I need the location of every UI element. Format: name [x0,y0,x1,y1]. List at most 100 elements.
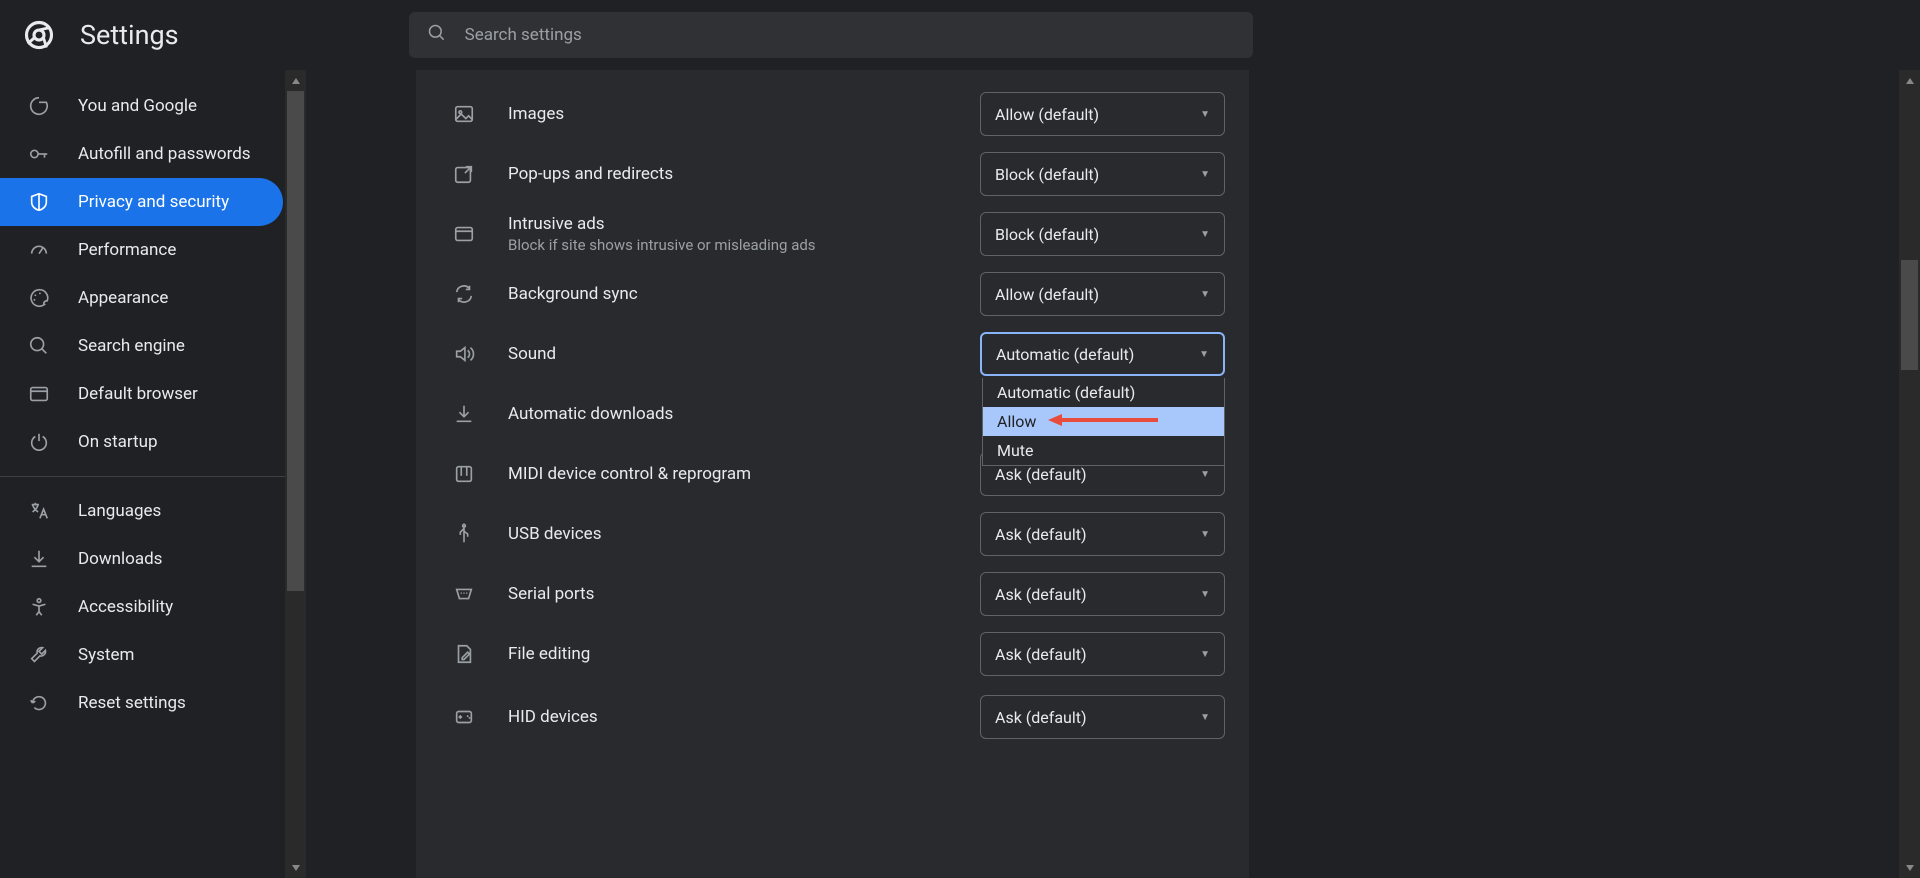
sidebar: You and Google Autofill and passwords Pr… [0,70,306,878]
permissions-panel: Images Allow (default)▼ Pop-ups and redi… [416,70,1249,878]
sidebar-item-label: Default browser [78,384,198,404]
sidebar-item-you-and-google[interactable]: You and Google [0,82,283,130]
sidebar-item-label: Appearance [78,288,168,308]
permission-select-sound[interactable]: Automatic (default)▼ Automatic (default)… [980,332,1225,376]
chevron-down-icon: ▼ [1200,289,1210,300]
dropdown-option-allow[interactable]: Allow [983,407,1224,436]
scrollbar-thumb[interactable] [287,91,304,591]
wrench-icon [28,644,50,666]
permission-select-serial[interactable]: Ask (default)▼ [980,572,1225,616]
header: Settings [0,0,1920,70]
sidebar-item-search-engine[interactable]: Search engine [0,322,283,370]
permission-title: USB devices [508,524,980,544]
permission-row-fileedit: File editing Ask (default)▼ [416,624,1249,684]
chevron-down-icon: ▼ [1200,712,1210,723]
permission-row-ads: Intrusive ads Block if site shows intrusi… [416,204,1249,264]
permission-title: Background sync [508,284,980,304]
sidebar-item-reset[interactable]: Reset settings [0,679,283,727]
sidebar-item-default-browser[interactable]: Default browser [0,370,283,418]
permission-select-fileedit[interactable]: Ask (default)▼ [980,632,1225,676]
sidebar-item-autofill[interactable]: Autofill and passwords [0,130,283,178]
sidebar-item-languages[interactable]: Languages [0,487,283,535]
chevron-down-icon: ▼ [1200,529,1210,540]
sidebar-item-downloads[interactable]: Downloads [0,535,283,583]
permission-title: Serial ports [508,584,980,604]
scrollbar-thumb[interactable] [1901,260,1918,370]
permission-title: Intrusive ads [508,214,980,234]
download-icon [440,403,488,425]
sidebar-divider [0,476,285,477]
permission-select-usb[interactable]: Ask (default)▼ [980,512,1225,556]
permission-row-bgsync: Background sync Allow (default)▼ [416,264,1249,324]
sidebar-item-label: On startup [78,432,158,452]
permission-title: Sound [508,344,980,364]
ads-icon [440,223,488,245]
sidebar-scrollbar[interactable] [285,70,306,878]
sidebar-item-accessibility[interactable]: Accessibility [0,583,283,631]
chevron-down-icon: ▼ [1200,589,1210,600]
sidebar-item-label: System [78,645,134,665]
file-edit-icon [440,643,488,665]
search-bar[interactable] [409,12,1253,58]
sidebar-item-on-startup[interactable]: On startup [0,418,283,466]
sidebar-item-label: Search engine [78,336,185,356]
browser-icon [28,383,50,405]
sidebar-item-label: Accessibility [78,597,173,617]
chevron-down-icon: ▼ [1200,229,1210,240]
search-icon [28,335,50,357]
accessibility-icon [28,596,50,618]
permission-row-sound: Sound Automatic (default)▼ Automatic (de… [416,324,1249,384]
chevron-down-icon: ▼ [1199,349,1209,360]
image-icon [440,103,488,125]
permission-title: Images [508,104,980,124]
chevron-down-icon: ▼ [1200,169,1210,180]
sidebar-item-performance[interactable]: Performance [0,226,283,274]
hid-icon [440,706,488,728]
reset-icon [28,692,50,714]
sidebar-item-label: Privacy and security [78,192,229,212]
sidebar-item-appearance[interactable]: Appearance [0,274,283,322]
red-arrow-annotation-icon [1048,412,1158,432]
sidebar-item-system[interactable]: System [0,631,283,679]
permission-row-images: Images Allow (default)▼ [416,84,1249,144]
sound-dropdown-menu: Automatic (default) Allow Mute [982,378,1225,466]
sidebar-item-label: Autofill and passwords [78,144,251,164]
sidebar-item-label: Downloads [78,549,162,569]
permission-select-popups[interactable]: Block (default)▼ [980,152,1225,196]
google-icon [28,95,50,117]
sidebar-item-label: You and Google [78,96,197,116]
permission-select-ads[interactable]: Block (default)▼ [980,212,1225,256]
permission-select-hid[interactable]: Ask (default)▼ [980,695,1225,739]
power-icon [28,431,50,453]
permission-title: Pop-ups and redirects [508,164,980,184]
chevron-down-icon: ▼ [1200,469,1210,480]
sidebar-item-privacy[interactable]: Privacy and security [0,178,283,226]
sidebar-item-label: Reset settings [78,693,186,713]
download-icon [28,548,50,570]
permission-row-usb: USB devices Ask (default)▼ [416,504,1249,564]
speedometer-icon [28,239,50,261]
midi-icon [440,463,488,485]
popup-icon [440,163,488,185]
palette-icon [28,287,50,309]
serial-icon [440,583,488,605]
permission-subtitle: Block if site shows intrusive or mislead… [508,236,980,254]
permission-select-bgsync[interactable]: Allow (default)▼ [980,272,1225,316]
scrollbar-down-button[interactable] [285,857,306,878]
dropdown-option-automatic[interactable]: Automatic (default) [983,378,1224,407]
search-icon [427,23,465,47]
sidebar-item-label: Languages [78,501,161,521]
scrollbar-up-button[interactable] [285,70,306,91]
scrollbar-up-button[interactable] [1899,70,1920,91]
search-input[interactable] [465,25,1235,45]
permission-title: MIDI device control & reprogram [508,464,980,484]
scrollbar-down-button[interactable] [1899,857,1920,878]
chrome-logo-icon [24,20,54,50]
dropdown-option-mute[interactable]: Mute [983,436,1224,465]
permission-select-images[interactable]: Allow (default)▼ [980,92,1225,136]
main-scrollbar[interactable] [1899,70,1920,878]
permission-row-popups: Pop-ups and redirects Block (default)▼ [416,144,1249,204]
key-icon [28,143,50,165]
permission-row-hid: HID devices Ask (default)▼ [416,684,1249,742]
permission-title: File editing [508,644,980,664]
